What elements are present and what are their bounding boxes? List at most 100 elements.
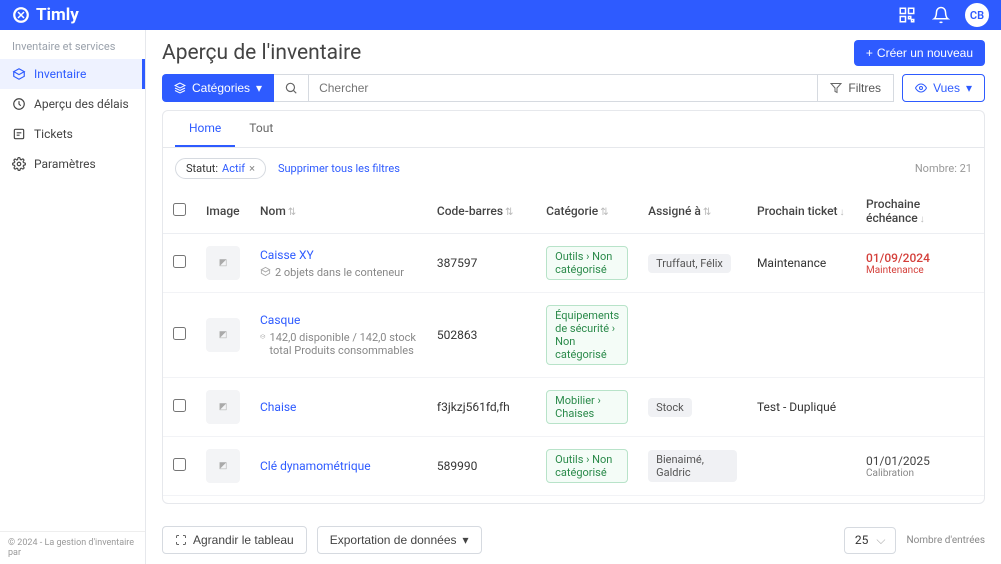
table-row: ◩ Chaise f3jkzj561fd,fh Mobilier › Chais…	[163, 378, 984, 437]
table-row: ◩ Caisse XY 2 objets dans le conteneur 38…	[163, 234, 984, 293]
clock-icon	[12, 97, 26, 111]
views-button[interactable]: Vues ▾	[902, 74, 985, 102]
item-thumbnail: ◩	[206, 318, 240, 352]
sidebar-item-deadlines[interactable]: Aperçu des délais	[0, 89, 145, 119]
col-next-ticket: Prochain ticket	[757, 204, 838, 218]
sidebar-item-tickets[interactable]: Tickets	[0, 119, 145, 149]
due-date: 01/09/2024	[866, 251, 974, 265]
filter-chip-status[interactable]: Statut: Actif ×	[175, 158, 266, 179]
row-checkbox[interactable]	[173, 458, 186, 471]
bell-icon[interactable]	[931, 5, 951, 25]
sort-icon[interactable]: ↓	[840, 207, 845, 218]
category-badge[interactable]: Outils › Non catégorisé	[546, 449, 628, 483]
tab-home[interactable]: Home	[175, 111, 235, 147]
search-button[interactable]	[274, 74, 309, 102]
sort-icon[interactable]: ↓	[920, 214, 925, 225]
sidebar-item-label: Tickets	[34, 127, 73, 141]
create-new-button[interactable]: + Créer un nouveau	[854, 40, 985, 66]
page-size-select[interactable]: 25 ⌵	[844, 527, 897, 554]
item-thumbnail: ◩	[206, 246, 240, 280]
filter-icon	[830, 82, 842, 94]
barcode-cell: 500149	[427, 496, 536, 504]
item-subtext: 2 objets dans le conteneur	[260, 266, 417, 279]
row-checkbox[interactable]	[173, 327, 186, 340]
search-input[interactable]	[309, 74, 818, 102]
layers-icon	[174, 82, 186, 94]
assignee-badge: Truffaut, Félix	[648, 254, 731, 273]
expand-table-button[interactable]: Agrandir le tableau	[162, 526, 307, 554]
category-badge[interactable]: Mobilier › Chaises	[546, 390, 628, 424]
table-row: ◩ Clôture de chantier104,0 disponible / …	[163, 496, 984, 504]
col-name: Nom	[260, 204, 286, 218]
entries-label: Nombre d'entrées	[906, 535, 985, 546]
sidebar-item-label: Aperçu des délais	[34, 97, 129, 111]
assignee-badge: Bienaimé, Galdric	[648, 450, 737, 482]
due-type: Maintenance	[866, 265, 974, 276]
tab-all[interactable]: Tout	[235, 111, 287, 147]
item-thumbnail: ◩	[206, 449, 240, 483]
barcode-cell: 589990	[427, 437, 536, 496]
barcode-cell: f3jkzj561fd,fh	[427, 378, 536, 437]
item-name-link[interactable]: Clé dynamométrique	[260, 459, 371, 473]
next-ticket-cell	[747, 437, 856, 496]
sort-icon[interactable]: ⇅	[703, 207, 711, 218]
table-row: ◩ Casque 142,0 disponible / 142,0 stock t…	[163, 293, 984, 378]
cube-icon	[260, 266, 271, 277]
cube-icon	[260, 331, 266, 342]
barcode-cell: 502863	[427, 293, 536, 378]
chevron-down-icon: ▾	[463, 533, 469, 547]
next-ticket-cell	[747, 293, 856, 378]
sort-icon[interactable]: ⇅	[600, 207, 608, 218]
page-title: Aperçu de l'inventaire	[162, 41, 361, 65]
item-name-link[interactable]: Casque	[260, 313, 300, 327]
col-next-due: Prochaine échéance	[866, 197, 920, 225]
col-assignee: Assigné à	[648, 204, 701, 218]
item-subtext: 142,0 disponible / 142,0 stock total Pro…	[260, 331, 417, 357]
due-type: Calibration	[866, 468, 974, 479]
item-name-link[interactable]: Caisse XY	[260, 248, 314, 262]
expand-icon	[175, 534, 187, 546]
search-icon	[284, 81, 298, 95]
box-icon	[12, 67, 26, 81]
sidebar-item-inventory[interactable]: Inventaire	[0, 59, 145, 89]
ticket-icon	[12, 127, 26, 141]
sidebar-footer: © 2024 - La gestion d'inventaire par	[0, 531, 145, 564]
item-name-link[interactable]: Chaise	[260, 400, 296, 414]
avatar[interactable]: CB	[965, 3, 989, 27]
close-icon[interactable]: ×	[249, 162, 255, 175]
eye-icon	[915, 82, 927, 94]
sort-icon[interactable]: ⇅	[288, 207, 296, 218]
sidebar-item-settings[interactable]: Paramètres	[0, 149, 145, 179]
next-ticket-cell: Maintenance	[747, 234, 856, 293]
next-ticket-cell	[747, 496, 856, 504]
chevron-down-icon: ▾	[966, 81, 972, 95]
timly-logo-icon	[12, 6, 30, 24]
category-badge[interactable]: Équipements de sécurité › Non catégorisé	[546, 305, 628, 365]
select-all-checkbox[interactable]	[173, 203, 186, 216]
qr-icon[interactable]	[897, 5, 917, 25]
next-ticket-cell: Test - Dupliqué	[747, 378, 856, 437]
result-count: Nombre: 21	[915, 162, 972, 175]
categories-button[interactable]: Catégories ▾	[162, 74, 274, 102]
category-badge[interactable]: Outils › Non catégorisé	[546, 246, 628, 280]
assignee-badge: Stock	[648, 398, 692, 417]
sidebar-item-label: Paramètres	[34, 157, 96, 171]
col-category: Catégorie	[546, 204, 598, 218]
sort-icon[interactable]: ⇅	[505, 207, 513, 218]
sidebar: Inventaire et services Inventaire Aperçu…	[0, 30, 146, 564]
clear-filters-link[interactable]: Supprimer tous les filtres	[278, 162, 400, 175]
plus-icon: +	[866, 46, 873, 60]
filters-button[interactable]: Filtres	[818, 74, 894, 102]
row-checkbox[interactable]	[173, 399, 186, 412]
col-barcode: Code-barres	[437, 204, 503, 218]
item-thumbnail: ◩	[206, 390, 240, 424]
gear-icon	[12, 157, 26, 171]
brand-name: Timly	[36, 5, 79, 25]
sidebar-item-label: Inventaire	[34, 67, 86, 81]
brand-logo[interactable]: Timly	[12, 5, 79, 25]
inventory-table: Image Nom⇅ Code-barres⇅ Catégorie⇅ Assig…	[163, 189, 984, 503]
row-checkbox[interactable]	[173, 255, 186, 268]
barcode-cell: 387597	[427, 234, 536, 293]
export-button[interactable]: Exportation de données ▾	[317, 526, 482, 554]
table-row: ◩ Clé dynamométrique 589990 Outils › Non…	[163, 437, 984, 496]
